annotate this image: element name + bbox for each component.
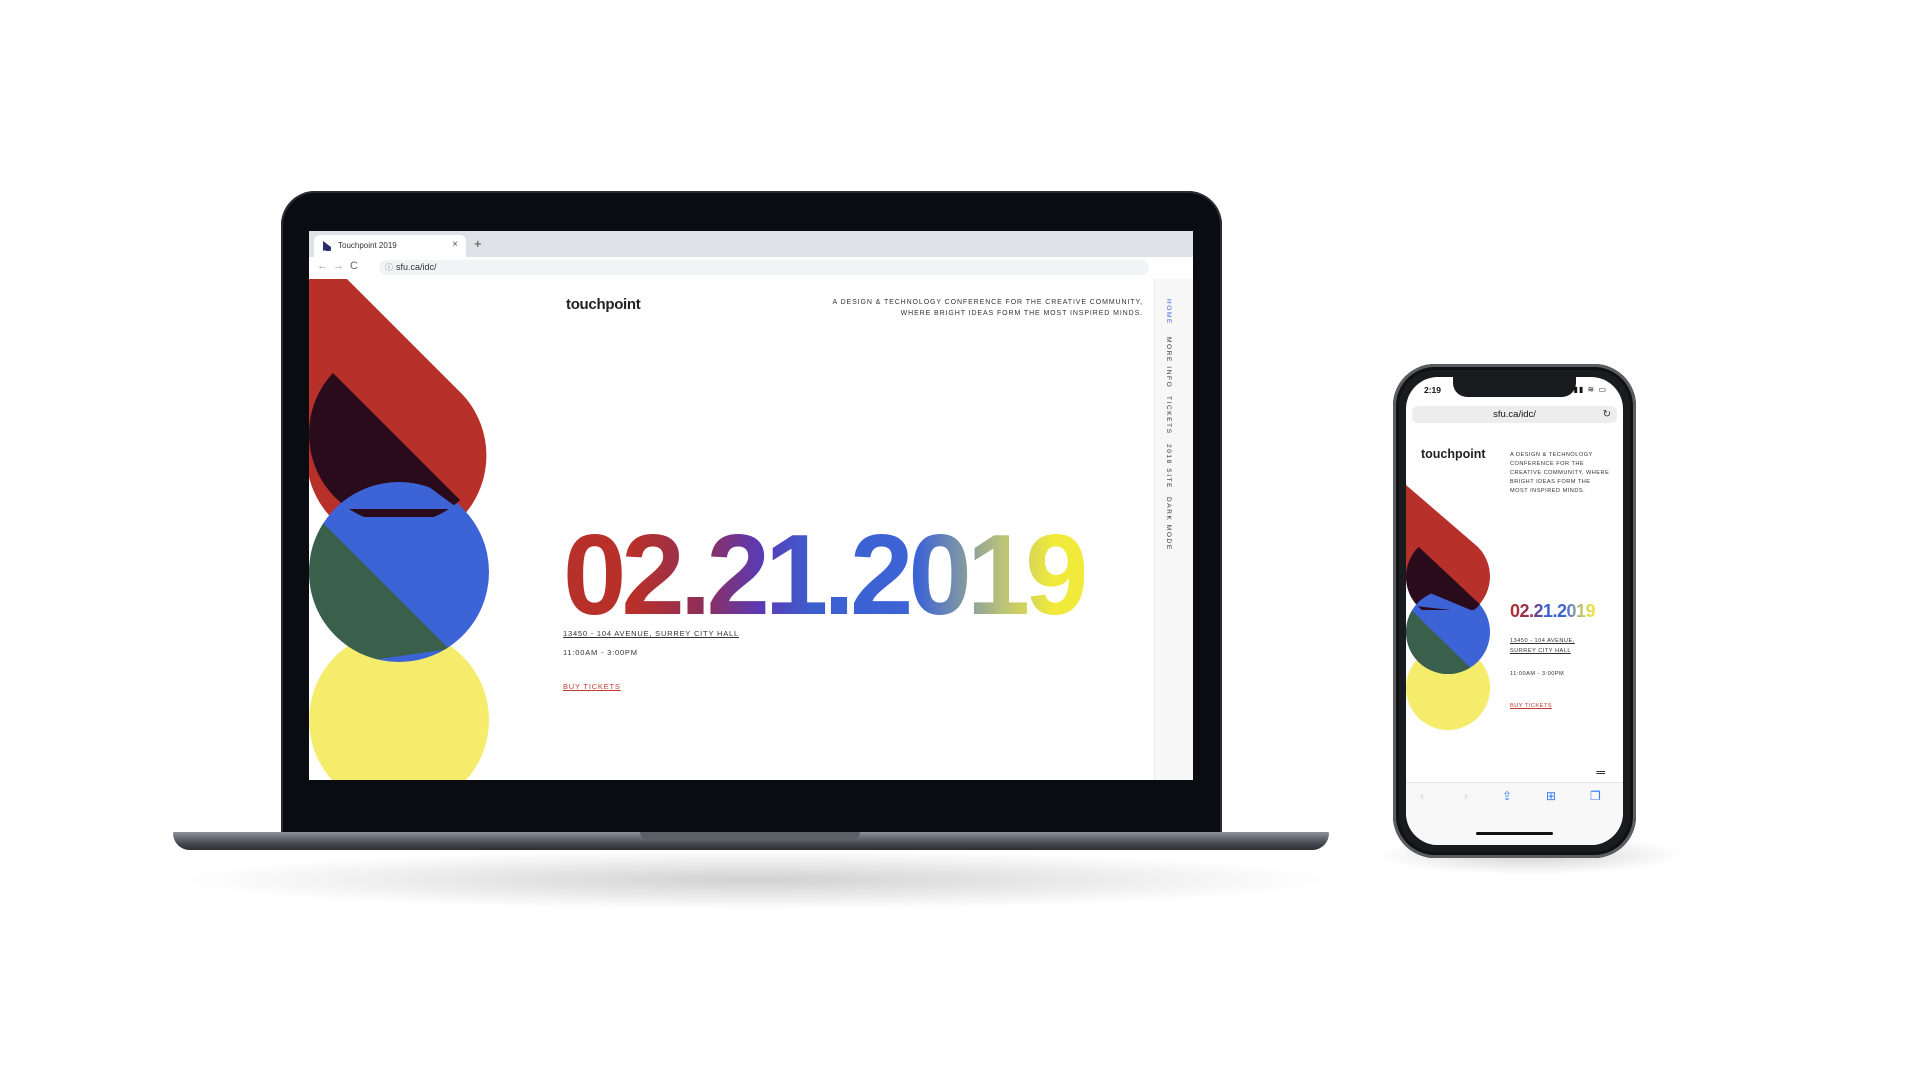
laptop-screen: Touchpoint 2019 × + ← → C ⓘ sfu.ca/idc/ (309, 231, 1193, 780)
address-bar-url: sfu.ca/idc/ (396, 262, 437, 272)
phone-url: sfu.ca/idc/ (1493, 409, 1536, 420)
hamburger-menu-icon[interactable]: ═ (1596, 765, 1605, 779)
tagline-line-1: A DESIGN & TECHNOLOGY CONFERENCE FOR THE… (832, 299, 1143, 306)
phone-event-date: 02.21.2019 (1510, 601, 1596, 621)
address-bar[interactable]: ⓘ sfu.ca/idc/ (379, 260, 1149, 275)
phone-brand-logo[interactable]: touchpoint (1421, 447, 1486, 461)
event-address-link[interactable]: 13450 - 104 AVENUE, SURREY CITY HALL (563, 629, 739, 638)
nav-2018-site[interactable]: 2018 SITE (1165, 444, 1172, 489)
browser-tab[interactable]: Touchpoint 2019 × (314, 235, 466, 257)
buy-tickets-link[interactable]: BUY TICKETS (563, 682, 621, 691)
nav-more-info[interactable]: MORE INFO (1165, 337, 1172, 388)
circle-shapes-graphic (309, 279, 489, 780)
share-icon[interactable]: ⇪ (1502, 789, 1512, 803)
tab-close-icon[interactable]: × (452, 239, 458, 250)
nav-tickets[interactable]: TICKETS (1165, 396, 1172, 435)
phone-event-address-link[interactable]: 13450 - 104 AVENUE, SURREY CITY HALL (1510, 636, 1590, 656)
nav-home[interactable]: HOME (1165, 299, 1172, 325)
bookmarks-icon[interactable]: ⊞ (1546, 789, 1556, 803)
phone-back-icon[interactable]: ‹ (1420, 789, 1424, 803)
phone-event-time: 11:00AM - 3:00PM (1510, 671, 1565, 677)
tagline-line-2: WHERE BRIGHT IDEAS FORM THE MOST INSPIRE… (900, 310, 1143, 317)
event-time: 11:00AM - 3:00PM (563, 648, 638, 657)
laptop-shadow (170, 850, 1340, 910)
phone-buy-tickets-link[interactable]: BUY TICKETS (1510, 703, 1552, 709)
phone-address-bar[interactable]: sfu.ca/idc/ ↻ (1412, 406, 1617, 423)
phone-notch (1453, 377, 1576, 397)
forward-icon[interactable]: → (333, 260, 344, 272)
event-date: 02.21.2019 (563, 512, 1089, 639)
status-time: 2:19 (1424, 385, 1442, 395)
brand-logo[interactable]: touchpoint (566, 296, 641, 313)
phone-reload-icon[interactable]: ↻ (1603, 406, 1611, 423)
status-icons: ▮▮ ≋ ▭ (1573, 385, 1607, 394)
new-tab-icon[interactable]: + (474, 236, 482, 251)
laptop-hinge (640, 832, 860, 840)
phone-screen: 2:19 ▮▮ ≋ ▭ sfu.ca/idc/ ↻ touchpoint A D… (1406, 377, 1623, 845)
tab-title: Touchpoint 2019 (338, 241, 397, 250)
nav-dark-mode[interactable]: DARK MODE (1165, 497, 1172, 551)
phone-circle-shapes-graphic (1406, 485, 1490, 730)
phone-tagline: A DESIGN & TECHNOLOGY CONFERENCE FOR THE… (1510, 452, 1610, 494)
browser-toolbar: ← → C ⓘ sfu.ca/idc/ (309, 257, 1193, 280)
side-navigation: HOME MORE INFO TICKETS 2018 SITE DARK MO… (1154, 279, 1193, 780)
browser-tab-bar: Touchpoint 2019 × + (309, 231, 1193, 257)
reload-icon[interactable]: C (350, 260, 358, 272)
webpage: touchpoint A DESIGN & TECHNOLOGY CONFERE… (309, 279, 1193, 780)
info-icon[interactable]: ⓘ (385, 262, 393, 273)
phone-forward-icon[interactable]: › (1464, 789, 1468, 803)
touchpoint-favicon-icon (323, 241, 331, 251)
back-icon[interactable]: ← (317, 260, 328, 272)
tagline: A DESIGN & TECHNOLOGY CONFERENCE FOR THE… (783, 297, 1143, 319)
tabs-icon[interactable]: ❐ (1590, 789, 1601, 803)
home-indicator (1476, 832, 1553, 835)
phone-browser-toolbar: ‹ › ⇪ ⊞ ❐ (1406, 782, 1623, 845)
